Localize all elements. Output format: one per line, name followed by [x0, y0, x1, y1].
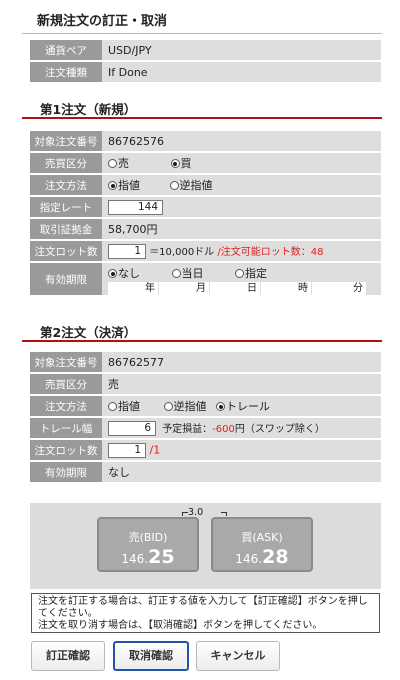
radio-off-icon	[171, 269, 181, 278]
order2-trail-label: トレール幅	[30, 418, 102, 438]
order2-lot-label: 注文ロット数	[30, 440, 102, 460]
radio-on-icon	[108, 269, 117, 278]
order2-divider	[22, 340, 382, 342]
side-buy-radio[interactable]: 買	[170, 155, 192, 171]
order1-side-label: 売買区分	[30, 153, 102, 173]
table-row: 売買区分 売 買	[30, 153, 381, 173]
pl-label: 予定損益：	[162, 423, 213, 435]
order2-expiry-value: なし	[102, 462, 381, 482]
top-divider	[22, 33, 382, 34]
bid-price-prefix: 146.	[121, 552, 149, 566]
table-row: 注文方法 指値 逆指値 トレール	[30, 396, 381, 416]
order1-divider	[22, 117, 382, 119]
table-row: 指定レート 144	[30, 197, 381, 217]
lot2-input[interactable]: 1	[108, 442, 146, 458]
method2-limit-radio[interactable]: 指値	[108, 398, 140, 414]
pl-suffix: 円（スワップ除く）	[234, 423, 325, 435]
table-row: 対象注文番号 86762577	[30, 352, 381, 372]
order1-table: 対象注文番号 86762576 売買区分 売 買 注文方法 指値 逆指値 指定レ…	[30, 129, 381, 297]
order1-method-label: 注文方法	[30, 175, 102, 195]
ask-label: 買(ASK)	[241, 531, 283, 544]
confirm-edit-button[interactable]: 訂正確認	[31, 641, 105, 671]
order1-lot-label: 注文ロット数	[30, 241, 102, 261]
table-row: 注文種類 If Done	[30, 62, 381, 82]
order-type-value: If Done	[102, 62, 381, 82]
pl-value: -600	[212, 423, 235, 435]
ask-price-prefix: 146.	[235, 552, 263, 566]
expiry-today-radio[interactable]: 当日	[171, 265, 204, 281]
bid-label: 売(BID)	[128, 531, 168, 544]
lot-available: /注文可能ロット数：48	[217, 246, 324, 258]
expiry-specified-radio[interactable]: 指定	[235, 265, 267, 281]
expiry-year-input[interactable]: 年	[108, 282, 158, 295]
order-type-label: 注文種類	[30, 62, 102, 82]
method-stop-radio[interactable]: 逆指値	[169, 177, 213, 193]
table-row: 注文ロット数 1 ＝10,000ドル /注文可能ロット数：48	[30, 241, 381, 261]
order1-margin-label: 取引証拠金	[30, 219, 102, 239]
order2-expiry-label: 有効期限	[30, 462, 102, 482]
radio-off-icon	[108, 159, 117, 168]
order2-no-value: 86762577	[102, 352, 381, 372]
table-row: 通貨ペア USD/JPY	[30, 40, 381, 60]
method-limit-radio[interactable]: 指値	[108, 177, 140, 193]
cancel-button[interactable]: キャンセル	[196, 641, 280, 671]
table-row: 注文方法 指値 逆指値	[30, 175, 381, 195]
order1-expiry-label: 有効期限	[30, 263, 102, 295]
confirm-cancel-button[interactable]: 取消確認	[113, 641, 189, 671]
radio-off-icon	[235, 269, 244, 278]
expiry-month-input[interactable]: 月	[159, 282, 209, 295]
expiry-none-radio[interactable]: なし	[108, 265, 140, 281]
trail-width-input[interactable]: 6	[108, 421, 156, 437]
ask-price-pips: 28	[262, 546, 289, 568]
order2-title: 第2注文（決済）	[40, 325, 137, 340]
radio-on-icon	[108, 181, 117, 190]
bid-rate-button[interactable]: 売(BID) 146.25	[97, 517, 199, 572]
method2-trail-radio[interactable]: トレール	[216, 398, 270, 414]
notice-line-edit: 注文を訂正する場合は、訂正する値を入力して【訂正確認】ボタンを押してください。	[38, 596, 368, 619]
summary-table: 通貨ペア USD/JPY 注文種類 If Done	[30, 38, 381, 84]
ask-rate-button[interactable]: 買(ASK) 146.28	[211, 517, 313, 572]
order2-side-value: 売	[102, 374, 381, 394]
rate-input[interactable]: 144	[108, 199, 163, 215]
order2-table: 対象注文番号 86762577 売買区分 売 注文方法 指値 逆指値 トレール …	[30, 350, 381, 484]
order2-side-label: 売買区分	[30, 374, 102, 394]
radio-on-icon	[170, 159, 180, 168]
pair-value: USD/JPY	[102, 40, 381, 60]
method2-stop-radio[interactable]: 逆指値	[163, 398, 207, 414]
pair-label: 通貨ペア	[30, 40, 102, 60]
bid-price-pips: 25	[148, 546, 175, 568]
spread-bracket-right	[221, 512, 227, 516]
side-sell-radio[interactable]: 売	[108, 155, 129, 171]
lot-input[interactable]: 1	[108, 244, 146, 260]
expiry-hour-input[interactable]: 時	[261, 282, 311, 295]
order1-margin-value: 58,700円	[102, 219, 381, 239]
order1-no-value: 86762576	[102, 131, 381, 151]
radio-off-icon	[169, 181, 179, 190]
radio-off-icon	[163, 402, 173, 411]
order2-no-label: 対象注文番号	[30, 352, 102, 372]
table-row: トレール幅 6 予定損益：-600円（スワップ除く）	[30, 418, 381, 438]
radio-off-icon	[108, 402, 117, 411]
order2-method-label: 注文方法	[30, 396, 102, 416]
expiry-datetime-inputs: 年 月 日 時 分	[108, 282, 381, 295]
page-title: 新規注文の訂正・取消	[37, 14, 168, 29]
table-row: 取引証拠金 58,700円	[30, 219, 381, 239]
order1-no-label: 対象注文番号	[30, 131, 102, 151]
table-row: 有効期限 なし 当日 指定 年 月 日 時 分	[30, 263, 381, 295]
order1-title: 第1注文（新規）	[40, 102, 137, 117]
notice-line-cancel: 注文を取り消す場合は、【取消確認】ボタンを押してください。	[38, 620, 323, 631]
table-row: 売買区分 売	[30, 374, 381, 394]
table-row: 有効期限 なし	[30, 462, 381, 482]
rate-panel	[30, 503, 381, 589]
radio-on-icon	[216, 402, 225, 411]
table-row: 注文ロット数 1 /1	[30, 440, 381, 460]
notice-box: 注文を訂正する場合は、訂正する値を入力して【訂正確認】ボタンを押してください。 …	[31, 593, 380, 633]
lot-unit: ＝10,000ドル	[149, 246, 215, 258]
order1-rate-label: 指定レート	[30, 197, 102, 217]
expiry-day-input[interactable]: 日	[210, 282, 260, 295]
lot2-max: /1	[149, 443, 161, 456]
table-row: 対象注文番号 86762576	[30, 131, 381, 151]
expiry-minute-input[interactable]: 分	[312, 282, 366, 295]
